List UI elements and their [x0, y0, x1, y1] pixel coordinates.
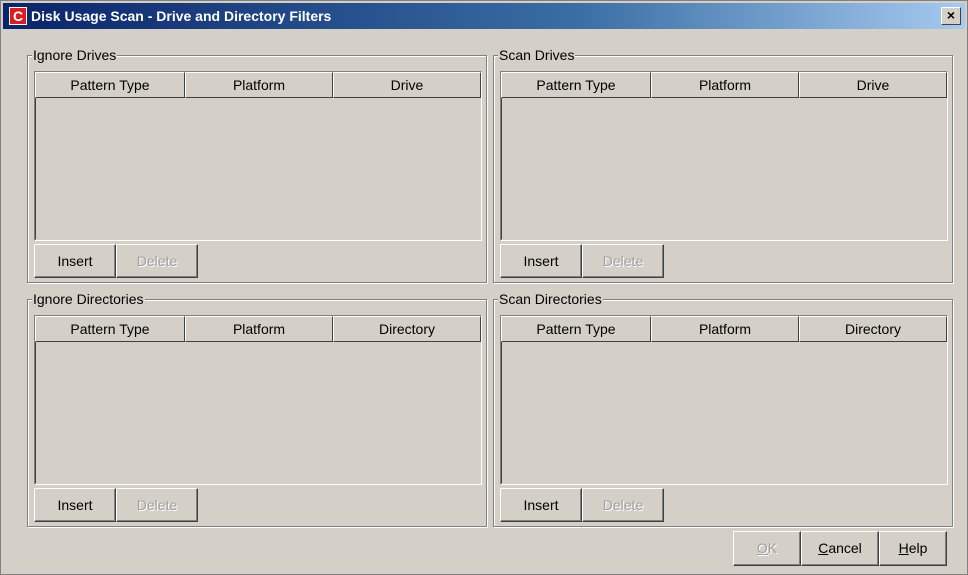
table-header: Pattern Type Platform Directory [35, 316, 481, 342]
scan-drives-group: Scan Drives Pattern Type Platform Drive … [493, 47, 953, 283]
close-icon: × [946, 7, 956, 23]
insert-button[interactable]: Insert [500, 488, 582, 522]
cancel-button[interactable]: Cancel [801, 531, 879, 566]
ignore-directories-table[interactable]: Pattern Type Platform Directory [34, 315, 482, 485]
group-legend: Ignore Directories [32, 291, 145, 307]
delete-button: Delete [582, 244, 664, 278]
group-legend: Scan Drives [498, 47, 576, 63]
ignore-drives-table[interactable]: Pattern Type Platform Drive [34, 71, 482, 241]
column-header-directory[interactable]: Directory [799, 316, 947, 342]
column-header-pattern-type[interactable]: Pattern Type [501, 316, 651, 342]
table-header: Pattern Type Platform Drive [35, 72, 481, 98]
title-bar[interactable]: C Disk Usage Scan - Drive and Directory … [3, 3, 965, 29]
column-header-platform[interactable]: Platform [185, 72, 333, 98]
close-button[interactable]: × [941, 7, 961, 25]
group-legend: Ignore Drives [32, 47, 118, 63]
table-header: Pattern Type Platform Drive [501, 72, 947, 98]
column-header-platform[interactable]: Platform [651, 72, 799, 98]
help-button[interactable]: Help [879, 531, 947, 566]
column-header-pattern-type[interactable]: Pattern Type [35, 72, 185, 98]
table-header: Pattern Type Platform Directory [501, 316, 947, 342]
column-header-platform[interactable]: Platform [185, 316, 333, 342]
insert-button[interactable]: Insert [34, 244, 116, 278]
column-header-pattern-type[interactable]: Pattern Type [501, 72, 651, 98]
insert-button[interactable]: Insert [500, 244, 582, 278]
window-title: Disk Usage Scan - Drive and Directory Fi… [31, 8, 332, 24]
group-legend: Scan Directories [498, 291, 603, 307]
ignore-drives-group: Ignore Drives Pattern Type Platform Driv… [27, 47, 487, 283]
delete-button: Delete [116, 244, 198, 278]
app-icon: C [9, 7, 27, 25]
column-header-drive[interactable]: Drive [799, 72, 947, 98]
dialog-window: C Disk Usage Scan - Drive and Directory … [0, 0, 968, 575]
scan-directories-table[interactable]: Pattern Type Platform Directory [500, 315, 948, 485]
column-header-directory[interactable]: Directory [333, 316, 481, 342]
scan-drives-table[interactable]: Pattern Type Platform Drive [500, 71, 948, 241]
dialog-buttons: OK Cancel Help [733, 531, 947, 566]
column-header-pattern-type[interactable]: Pattern Type [35, 316, 185, 342]
column-header-drive[interactable]: Drive [333, 72, 481, 98]
ok-button: OK [733, 531, 801, 566]
delete-button: Delete [116, 488, 198, 522]
scan-directories-group: Scan Directories Pattern Type Platform D… [493, 291, 953, 527]
insert-button[interactable]: Insert [34, 488, 116, 522]
delete-button: Delete [582, 488, 664, 522]
column-header-platform[interactable]: Platform [651, 316, 799, 342]
ignore-directories-group: Ignore Directories Pattern Type Platform… [27, 291, 487, 527]
